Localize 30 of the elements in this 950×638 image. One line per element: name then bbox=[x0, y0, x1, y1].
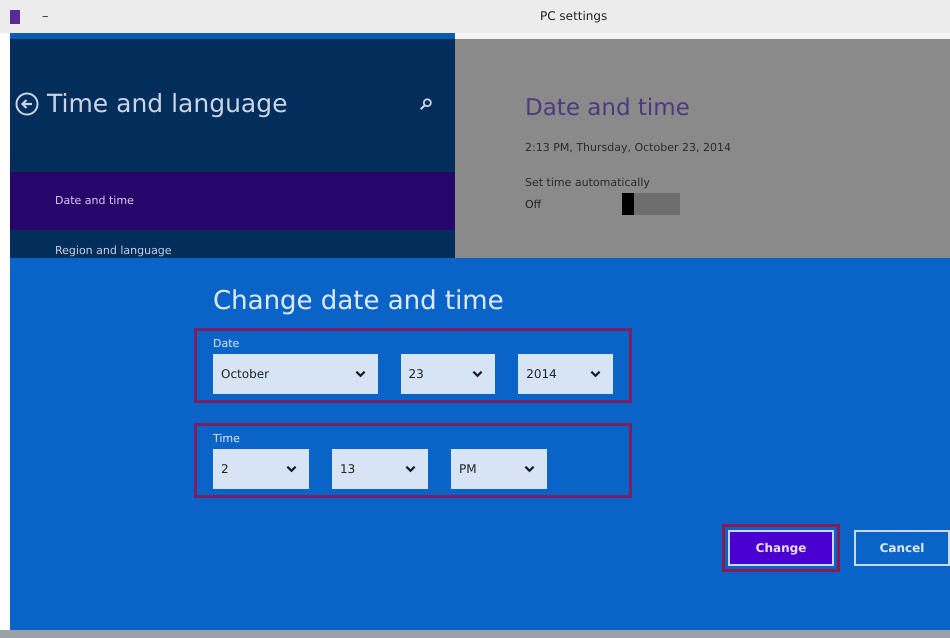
dialog-button[interactable]: Cancel bbox=[854, 530, 950, 566]
group-label: Time bbox=[213, 432, 241, 445]
back-icon[interactable] bbox=[15, 92, 39, 116]
dropdown[interactable]: 2 bbox=[213, 449, 309, 489]
dialog-button[interactable]: Change bbox=[728, 530, 834, 566]
group-label: Date bbox=[213, 337, 240, 350]
search-icon[interactable] bbox=[419, 96, 433, 110]
dropdown[interactable]: 13 bbox=[332, 449, 428, 489]
sidebar-title: Time and language bbox=[47, 89, 289, 118]
window-title: PC settings bbox=[540, 9, 608, 23]
dropdown[interactable]: PM bbox=[451, 449, 547, 489]
app-icon bbox=[10, 10, 20, 24]
setting-label: Set time automatically bbox=[525, 176, 651, 189]
page-title: Date and time bbox=[525, 95, 691, 121]
sidebar-item[interactable]: Region and language bbox=[10, 230, 455, 258]
chevron-icon bbox=[354, 370, 366, 378]
chevron-icon bbox=[286, 465, 297, 473]
chevron-icon bbox=[590, 370, 602, 378]
toggle-state: Off bbox=[525, 198, 542, 210]
dropdown[interactable]: October bbox=[213, 354, 378, 394]
chevron-icon bbox=[472, 370, 484, 378]
dropdown[interactable]: 2014 bbox=[518, 354, 614, 394]
chevron-icon bbox=[524, 465, 535, 473]
toggle-switch[interactable] bbox=[622, 193, 680, 215]
dialog-title: Change date and time bbox=[212, 286, 505, 316]
menu-glyph[interactable]: – bbox=[42, 9, 48, 24]
current-date-time: 2:13 PM, Thursday, October 23, 2014 bbox=[525, 141, 732, 154]
chevron-icon bbox=[405, 465, 416, 473]
dropdown[interactable]: 23 bbox=[400, 354, 496, 394]
sidebar-item[interactable]: Date and time bbox=[10, 172, 455, 230]
